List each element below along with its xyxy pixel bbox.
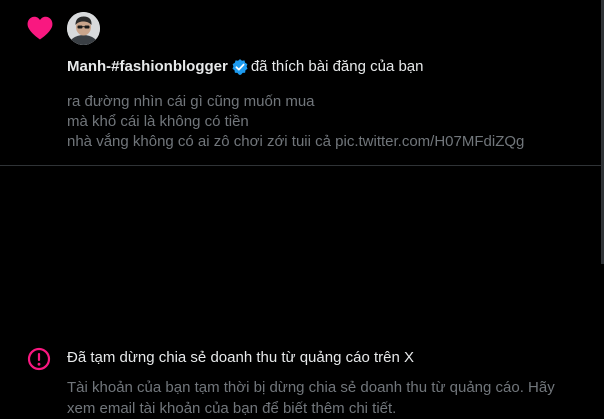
tweet-line: mà khổ cái là không có tiền	[67, 113, 249, 130]
tweet-line: ra đường nhìn cái gì cũng muốn mua	[67, 93, 315, 110]
notification-headline: Manh-#fashionblogger đã thích bài đăng c…	[67, 57, 423, 77]
alert-body: Tài khoản của bạn tạm thời bị dừng chia …	[67, 379, 555, 417]
alert-circle-icon	[27, 347, 51, 371]
action-text: đã thích bài đăng của bạn	[250, 58, 424, 75]
verified-badge-icon	[232, 59, 248, 75]
heart-icon	[27, 16, 53, 40]
alert-title: Đã tạm dừng chia sẻ doanh thu từ quảng c…	[67, 349, 414, 366]
avatar-image	[67, 12, 100, 45]
tweet-line: nhà vắng không có ai zô chơi zới tuii cả…	[67, 133, 525, 150]
liked-tweet-preview[interactable]: ra đường nhìn cái gì cũng muốn mua mà kh…	[67, 92, 524, 152]
like-notification[interactable]: Manh-#fashionblogger đã thích bài đăng c…	[0, 0, 604, 166]
ad-revenue-alert-notification[interactable]: Đã tạm dừng chia sẻ doanh thu từ quảng c…	[0, 167, 604, 417]
user-name-link[interactable]: Manh-#fashionblogger	[67, 57, 228, 77]
avatar[interactable]	[67, 12, 100, 45]
